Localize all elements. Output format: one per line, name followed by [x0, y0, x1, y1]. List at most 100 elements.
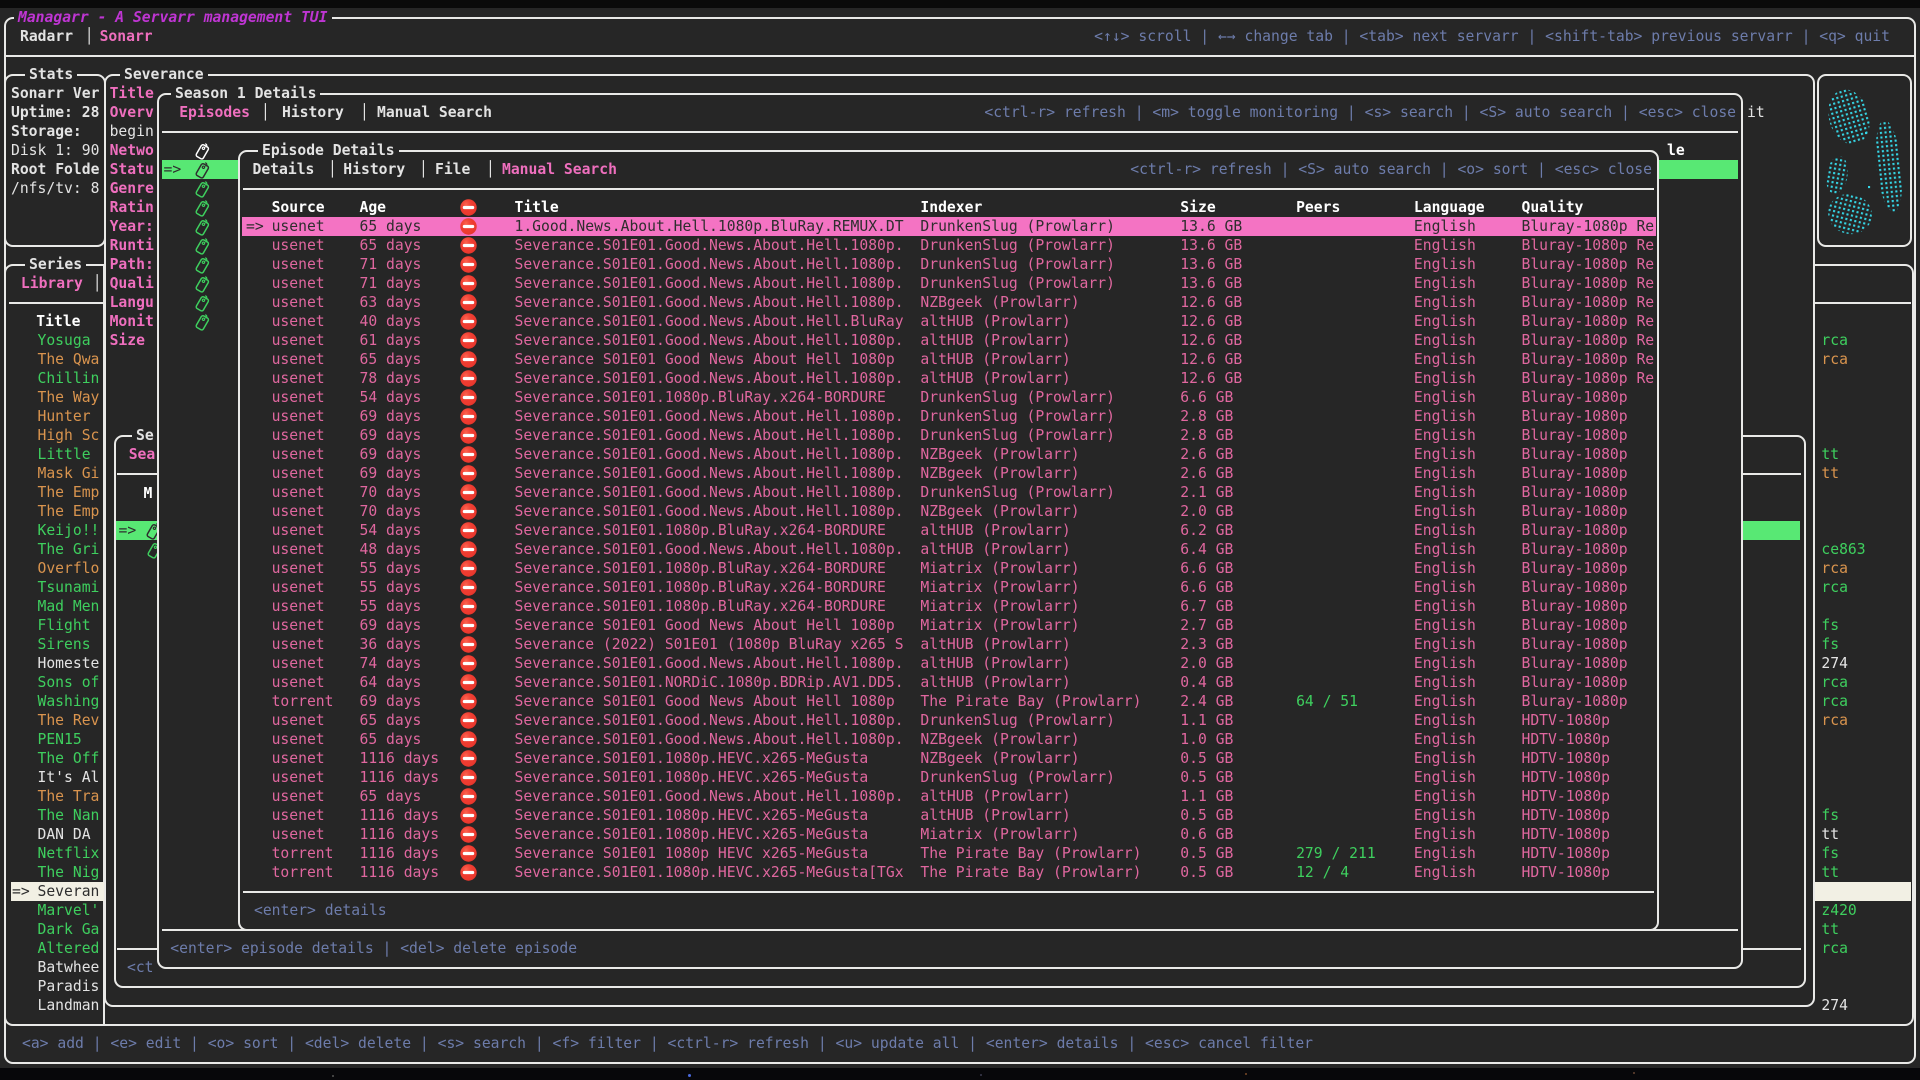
- release-cell-age: 1116 days: [360, 863, 440, 882]
- release-cell-language: English: [1414, 825, 1476, 844]
- release-blocklist-icon: [460, 636, 477, 653]
- release-cell-quality: Bluray-1080p Re: [1522, 236, 1655, 255]
- release-cell-indexer: DrunkenSlug (Prowlarr): [920, 236, 1115, 255]
- release-cell-size: 6.6 GB: [1180, 578, 1233, 597]
- release-cell-age: 65 days: [360, 217, 422, 236]
- release-cell-source: usenet: [272, 540, 325, 559]
- release-cell-quality: Bluray-1080p: [1522, 445, 1628, 464]
- release-cell-size: 13.6 GB: [1180, 217, 1242, 236]
- release-cell-source: usenet: [272, 768, 325, 787]
- release-cell-size: 12.6 GB: [1180, 369, 1242, 388]
- release-cell-indexer: altHUB (Prowlarr): [920, 350, 1070, 369]
- release-cell-indexer: altHUB (Prowlarr): [920, 654, 1070, 673]
- release-blocklist-icon: [460, 256, 477, 273]
- release-cell-indexer: altHUB (Prowlarr): [920, 787, 1070, 806]
- release-cell-language: English: [1414, 806, 1476, 825]
- release-cell-age: 1116 days: [360, 844, 440, 863]
- release-cell-language: English: [1414, 388, 1476, 407]
- release-cell-language: English: [1414, 312, 1476, 331]
- release-cell-quality: Bluray-1080p: [1522, 483, 1628, 502]
- release-cell-language: English: [1414, 692, 1476, 711]
- release-cell-quality: Bluray-1080p: [1522, 521, 1628, 540]
- release-blocklist-icon: [460, 218, 477, 235]
- release-cell-title: Severance.S01E01.1080p.HEVC.x265-MeGusta: [515, 806, 869, 825]
- release-cell-age: 1116 days: [360, 806, 440, 825]
- release-cell-age: 69 days: [360, 445, 422, 464]
- release-cell-size: 2.6 GB: [1180, 464, 1233, 483]
- release-cell-quality: Bluray-1080p: [1522, 426, 1628, 445]
- release-cell-size: 12.6 GB: [1180, 312, 1242, 331]
- tab-episode-manual-search[interactable]: Manual Search: [502, 160, 617, 179]
- release-cell-age: 65 days: [360, 711, 422, 730]
- wallpaper-speck: [332, 1075, 334, 1077]
- release-cell-size: 13.6 GB: [1180, 255, 1242, 274]
- release-cell-quality: Bluray-1080p: [1522, 407, 1628, 426]
- release-cell-source: usenet: [272, 407, 325, 426]
- release-cell-title: Severance.S01E01.Good.News.About.Hell.10…: [515, 787, 904, 806]
- release-cell-title: Severance.S01E01.Good.News.About.Hell.Bl…: [515, 312, 904, 331]
- release-cell-title: Severance.S01E01.Good.News.About.Hell.10…: [515, 711, 904, 730]
- release-cell-peers: 12 / 4: [1296, 863, 1349, 882]
- release-cell-age: 78 days: [360, 369, 422, 388]
- release-cell-age: 55 days: [360, 559, 422, 578]
- release-cell-indexer: DrunkenSlug (Prowlarr): [920, 407, 1115, 426]
- release-cell-size: 2.3 GB: [1180, 635, 1233, 654]
- release-blocklist-icon: [460, 693, 477, 710]
- release-cell-age: 71 days: [360, 274, 422, 293]
- release-cell-size: 0.5 GB: [1180, 844, 1233, 863]
- release-cell-quality: HDTV-1080p: [1522, 749, 1610, 768]
- release-cell-size: 13.6 GB: [1180, 274, 1242, 293]
- release-cell-language: English: [1414, 559, 1476, 578]
- release-cell-language: English: [1414, 236, 1476, 255]
- release-blocklist-icon: [460, 237, 477, 254]
- release-cell-language: English: [1414, 863, 1476, 882]
- release-blocklist-icon: [460, 446, 477, 463]
- release-cell-quality: Bluray-1080p: [1522, 597, 1628, 616]
- release-blocklist-icon: [460, 712, 477, 729]
- release-cell-size: 2.1 GB: [1180, 483, 1233, 502]
- release-cell-indexer: altHUB (Prowlarr): [920, 331, 1070, 350]
- release-cell-title: Severance.S01E01.Good.News.About.Hell.10…: [515, 331, 904, 350]
- release-cell-language: English: [1414, 768, 1476, 787]
- release-cell-title: Severance.S01E01.1080p.BluRay.x264-BORDU…: [515, 578, 886, 597]
- release-cell-language: English: [1414, 274, 1476, 293]
- release-cell-indexer: Miatrix (Prowlarr): [920, 616, 1079, 635]
- release-cell-language: English: [1414, 331, 1476, 350]
- desktop-wallpaper-strip: [0, 1068, 1920, 1080]
- release-cell-language: English: [1414, 540, 1476, 559]
- release-blocklist-icon: [460, 769, 477, 786]
- release-column-header-title: Title: [515, 198, 559, 217]
- release-cell-size: 13.6 GB: [1180, 236, 1242, 255]
- release-cell-source: usenet: [272, 312, 325, 331]
- release-cell-size: 0.5 GB: [1180, 806, 1233, 825]
- release-column-header-peers: Peers: [1296, 198, 1340, 217]
- release-cell-language: English: [1414, 730, 1476, 749]
- tab-episode-history[interactable]: History: [343, 160, 405, 179]
- release-cell-language: English: [1414, 844, 1476, 863]
- release-cell-age: 65 days: [360, 236, 422, 255]
- release-cell-size: 2.7 GB: [1180, 616, 1233, 635]
- managarr-terminal-screen: Managarr - A Servarr management TUI Rada…: [0, 0, 1920, 1080]
- release-cell-quality: HDTV-1080p: [1522, 844, 1610, 863]
- wallpaper-speck: [1633, 1072, 1635, 1074]
- tab-episode-details[interactable]: Details: [253, 160, 315, 179]
- release-cell-indexer: The Pirate Bay (Prowlarr): [920, 844, 1141, 863]
- release-cell-title: Severance.S01E01.Good.News.About.Hell.10…: [515, 540, 904, 559]
- release-cell-language: English: [1414, 597, 1476, 616]
- release-cell-source: usenet: [272, 635, 325, 654]
- release-cell-source: usenet: [272, 255, 325, 274]
- release-cell-title: 1.Good.News.About.Hell.1080p.BluRay.REMU…: [515, 217, 904, 236]
- release-cell-source: usenet: [272, 825, 325, 844]
- release-blocklist-icon: [460, 427, 477, 444]
- tab-episode-file[interactable]: File: [435, 160, 470, 179]
- release-cell-quality: Bluray-1080p Re: [1522, 350, 1655, 369]
- release-cell-age: 64 days: [360, 673, 422, 692]
- release-cell-source: usenet: [272, 293, 325, 312]
- release-cell-size: 6.4 GB: [1180, 540, 1233, 559]
- episode-tab-separator-3: │: [486, 160, 495, 179]
- release-cell-indexer: altHUB (Prowlarr): [920, 312, 1070, 331]
- release-cell-title: Severance.S01E01.Good.News.About.Hell.10…: [515, 369, 904, 388]
- release-blocklist-icon: [460, 370, 477, 387]
- release-blocklist-icon: [460, 731, 477, 748]
- release-cell-title: Severance.S01E01.1080p.BluRay.x264-BORDU…: [515, 521, 886, 540]
